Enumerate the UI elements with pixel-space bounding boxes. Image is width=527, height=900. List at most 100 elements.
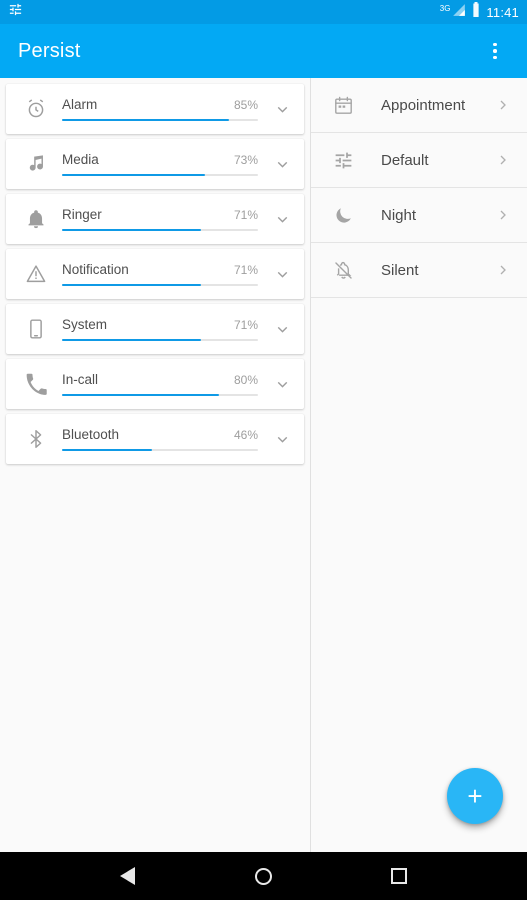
- volume-slider-ringer[interactable]: [62, 229, 258, 231]
- battery-icon: [471, 2, 481, 22]
- volume-card-bluetooth[interactable]: Bluetooth 46%: [6, 414, 304, 464]
- content-area: Alarm 85% Media 73% Ringer 71% Notificat…: [0, 78, 527, 852]
- chevron-down-icon[interactable]: [264, 321, 300, 338]
- chevron-down-icon[interactable]: [264, 156, 300, 173]
- phone-call-icon: [16, 373, 56, 395]
- profile-label: Silent: [381, 261, 419, 279]
- profile-label: Appointment: [381, 96, 466, 114]
- volume-header-in-call: In-call 80%: [62, 372, 258, 387]
- app-root: 3G 11:41 Persist Alarm 85% Media 73% Rin…: [0, 0, 527, 900]
- volume-body-alarm: Alarm 85%: [56, 84, 264, 134]
- volume-label: Bluetooth: [62, 427, 120, 442]
- volume-list: Alarm 85% Media 73% Ringer 71% Notificat…: [0, 78, 311, 852]
- volume-body-in-call: In-call 80%: [56, 359, 264, 409]
- home-circle-icon: [254, 867, 272, 885]
- volume-slider-bluetooth[interactable]: [62, 449, 258, 451]
- bluetooth-icon: [16, 428, 56, 450]
- volume-body-notification: Notification 71%: [56, 249, 264, 299]
- profile-item-night[interactable]: Night: [311, 188, 527, 243]
- back-triangle-icon: [120, 867, 136, 885]
- volume-percent: 85%: [233, 98, 258, 112]
- volume-percent: 71%: [233, 318, 258, 332]
- volume-slider-fill: [62, 284, 202, 286]
- profile-list: Appointment Default Night Silent +: [311, 78, 527, 852]
- volume-body-ringer: Ringer 71%: [56, 194, 264, 244]
- volume-slider-in-call[interactable]: [62, 394, 258, 396]
- volume-percent: 73%: [233, 153, 258, 167]
- warning-icon: [16, 263, 56, 285]
- volume-slider-fill: [62, 229, 202, 231]
- chevron-down-icon[interactable]: [264, 376, 300, 393]
- chevron-down-icon[interactable]: [264, 211, 300, 228]
- overflow-dot: [493, 42, 497, 47]
- volume-body-system: System 71%: [56, 304, 264, 354]
- moon-icon: [333, 205, 371, 226]
- volume-header-notification: Notification 71%: [62, 262, 258, 277]
- overflow-dot: [493, 55, 497, 60]
- profile-label: Default: [381, 151, 429, 169]
- volume-slider-fill: [62, 119, 229, 121]
- volume-percent: 71%: [233, 208, 258, 222]
- alarm-clock-icon: [16, 98, 56, 120]
- chevron-down-icon[interactable]: [264, 101, 300, 118]
- profile-item-silent[interactable]: Silent: [311, 243, 527, 298]
- chevron-right-icon: [495, 207, 511, 223]
- volume-card-notification[interactable]: Notification 71%: [6, 249, 304, 299]
- status-bar-clock: 11:41: [486, 4, 519, 20]
- volume-percent: 71%: [233, 263, 258, 277]
- overflow-dot: [493, 49, 497, 53]
- volume-header-bluetooth: Bluetooth 46%: [62, 427, 258, 442]
- equalizer-icon: [8, 2, 23, 22]
- bell-icon: [16, 208, 56, 230]
- calendar-icon: [333, 95, 371, 116]
- volume-card-ringer[interactable]: Ringer 71%: [6, 194, 304, 244]
- volume-label: System: [62, 317, 108, 332]
- back-button[interactable]: [100, 852, 156, 900]
- status-bar-left: [8, 2, 23, 22]
- volume-label: Notification: [62, 262, 129, 277]
- action-bar: Persist: [0, 24, 527, 78]
- recents-button[interactable]: [371, 852, 427, 900]
- volume-card-media[interactable]: Media 73%: [6, 139, 304, 189]
- chevron-down-icon[interactable]: [264, 266, 300, 283]
- volume-slider-system[interactable]: [62, 339, 258, 341]
- phone-tablet-icon: [16, 318, 56, 340]
- volume-body-media: Media 73%: [56, 139, 264, 189]
- home-button[interactable]: [235, 852, 291, 900]
- volume-body-bluetooth: Bluetooth 46%: [56, 414, 264, 464]
- volume-percent: 80%: [233, 373, 258, 387]
- volume-header-system: System 71%: [62, 317, 258, 332]
- profile-item-default[interactable]: Default: [311, 133, 527, 188]
- page-title: Persist: [18, 39, 81, 62]
- volume-card-in-call[interactable]: In-call 80%: [6, 359, 304, 409]
- volume-label: Media: [62, 152, 99, 167]
- volume-header-ringer: Ringer 71%: [62, 207, 258, 222]
- add-profile-button[interactable]: +: [447, 768, 503, 824]
- volume-card-alarm[interactable]: Alarm 85%: [6, 84, 304, 134]
- volume-header-alarm: Alarm 85%: [62, 97, 258, 112]
- chevron-right-icon: [495, 152, 511, 168]
- chevron-right-icon: [495, 97, 511, 113]
- system-navigation-bar: [0, 852, 527, 900]
- music-note-icon: [16, 153, 56, 175]
- volume-header-media: Media 73%: [62, 152, 258, 167]
- volume-slider-alarm[interactable]: [62, 119, 258, 121]
- volume-slider-fill: [62, 449, 153, 451]
- volume-label: In-call: [62, 372, 99, 387]
- status-bar: 3G 11:41: [0, 0, 527, 24]
- signal-bars-icon: [452, 3, 466, 22]
- volume-slider-media[interactable]: [62, 174, 258, 176]
- profile-item-appointment[interactable]: Appointment: [311, 78, 527, 133]
- volume-percent: 46%: [233, 428, 258, 442]
- volume-card-system[interactable]: System 71%: [6, 304, 304, 354]
- recents-square-icon: [391, 868, 408, 884]
- network-type-label: 3G: [439, 3, 451, 13]
- bell-slash-icon: [333, 260, 371, 281]
- chevron-down-icon[interactable]: [264, 431, 300, 448]
- overflow-menu-button[interactable]: [481, 34, 509, 68]
- chevron-right-icon: [495, 262, 511, 278]
- volume-slider-notification[interactable]: [62, 284, 258, 286]
- volume-label: Alarm: [62, 97, 98, 112]
- volume-slider-fill: [62, 174, 206, 176]
- status-bar-right: 3G 11:41: [440, 2, 519, 22]
